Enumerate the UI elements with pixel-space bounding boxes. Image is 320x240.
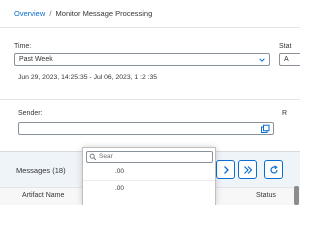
breadcrumb-current: Monitor Message Processing	[55, 9, 153, 18]
filter-panel: Time: Past Week Jun 29, 2023, 14:25:35 -…	[0, 28, 300, 151]
column-artifact-name[interactable]: Artifact Name	[22, 192, 64, 199]
column-status[interactable]: Status	[256, 192, 276, 199]
time-label: Time:	[14, 43, 32, 50]
dropdown-divider	[83, 180, 215, 181]
dropdown-item[interactable]: .00	[115, 168, 124, 175]
double-chevron-right-icon	[244, 166, 253, 174]
next-page-button[interactable]	[216, 160, 235, 179]
refresh-button[interactable]	[264, 160, 283, 179]
status-label: Stat	[279, 43, 292, 50]
breadcrumb: Overview / Monitor Message Processing	[14, 9, 152, 18]
messages-title: Messages (18)	[16, 166, 66, 175]
time-select[interactable]: Past Week	[14, 53, 270, 66]
time-select-value: Past Week	[19, 56, 53, 63]
time-range-text: Jun 29, 2023, 14:25:35 - Jul 06, 2023, 1…	[18, 74, 158, 81]
chevron-right-icon	[224, 166, 229, 174]
monitor-message-processing-page: Overview / Monitor Message Processing Ti…	[0, 0, 300, 205]
sender-input[interactable]	[18, 122, 274, 135]
dropdown-search-input[interactable]: Sear	[86, 151, 213, 163]
vertical-scrollbar[interactable]	[294, 186, 299, 205]
breadcrumb-bar: Overview / Monitor Message Processing	[0, 0, 300, 28]
suggestion-dropdown: Sear .00 .00	[82, 147, 216, 205]
dropdown-search-placeholder: Sear	[99, 153, 113, 160]
sender-label: Sender:	[18, 110, 43, 117]
dropdown-item[interactable]: .00	[115, 185, 124, 192]
breadcrumb-overview-link[interactable]: Overview	[14, 9, 45, 18]
value-help-icon[interactable]	[260, 124, 270, 134]
status-select-value: A	[284, 56, 289, 63]
receiver-label: R	[282, 110, 288, 117]
refresh-icon	[270, 165, 278, 174]
chevron-down-icon	[259, 58, 265, 62]
search-icon	[89, 153, 97, 161]
filter-divider	[0, 99, 300, 100]
last-page-button[interactable]	[238, 160, 257, 179]
breadcrumb-separator: /	[49, 9, 52, 18]
status-select[interactable]: A	[279, 53, 300, 66]
